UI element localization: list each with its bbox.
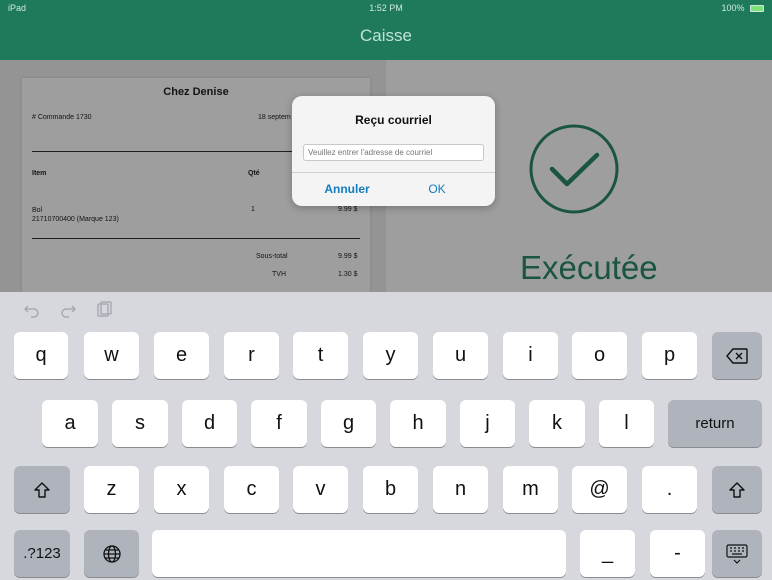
key-e[interactable]: e: [154, 332, 209, 379]
key-a[interactable]: a: [42, 400, 98, 447]
key-w[interactable]: w: [84, 332, 139, 379]
shift-key-left[interactable]: [14, 466, 70, 513]
email-field[interactable]: [303, 144, 484, 161]
key-hyphen[interactable]: -: [650, 530, 705, 577]
key-b[interactable]: b: [363, 466, 418, 513]
battery-indicator: 100%: [721, 3, 764, 13]
status-bar: iPad 1:52 PM 100%: [0, 0, 772, 16]
key-s[interactable]: s: [112, 400, 168, 447]
ok-button[interactable]: OK: [392, 176, 482, 202]
key-y[interactable]: y: [363, 332, 418, 379]
numbers-key[interactable]: .?123: [14, 530, 70, 577]
return-key[interactable]: return: [668, 400, 762, 447]
key-h[interactable]: h: [390, 400, 446, 447]
paste-icon[interactable]: [94, 300, 114, 320]
numbers-key-label: .?123: [23, 545, 61, 562]
shift-key-right[interactable]: [712, 466, 762, 513]
globe-key[interactable]: [84, 530, 139, 577]
key-j[interactable]: j: [460, 400, 515, 447]
keyboard-dismiss-icon: [726, 543, 748, 564]
space-bar[interactable]: [152, 530, 566, 577]
dialog-title: Reçu courriel: [355, 113, 432, 127]
return-key-label: return: [695, 415, 735, 432]
key-underscore[interactable]: _: [580, 530, 635, 577]
redo-icon[interactable]: [58, 300, 78, 320]
key-q[interactable]: q: [14, 332, 68, 379]
key-x[interactable]: x: [154, 466, 209, 513]
navigation-bar: Caisse: [0, 16, 772, 60]
shift-icon: [729, 481, 745, 498]
key-t[interactable]: t: [293, 332, 348, 379]
key-z[interactable]: z: [84, 466, 139, 513]
globe-icon: [102, 544, 121, 563]
key-g[interactable]: g: [321, 400, 376, 447]
backspace-icon: [726, 347, 748, 364]
email-receipt-dialog: Reçu courriel Annuler OK: [292, 96, 495, 206]
cancel-button[interactable]: Annuler: [302, 176, 392, 202]
key-i[interactable]: i: [503, 332, 558, 379]
key-at[interactable]: @: [572, 466, 627, 513]
clock: 1:52 PM: [369, 3, 403, 13]
delete-key[interactable]: [712, 332, 762, 379]
key-d[interactable]: d: [182, 400, 237, 447]
key-k[interactable]: k: [529, 400, 585, 447]
dismiss-keyboard-key[interactable]: [712, 530, 762, 577]
key-r[interactable]: r: [224, 332, 279, 379]
app-screen: iPad 1:52 PM 100% Caisse Chez Denise # C…: [0, 0, 772, 580]
battery-icon: [750, 5, 764, 12]
undo-icon[interactable]: [22, 300, 42, 320]
key-u[interactable]: u: [433, 332, 488, 379]
key-m[interactable]: m: [503, 466, 558, 513]
key-o[interactable]: o: [572, 332, 627, 379]
key-c[interactable]: c: [224, 466, 279, 513]
key-f[interactable]: f: [251, 400, 307, 447]
key-n[interactable]: n: [433, 466, 488, 513]
key-p[interactable]: p: [642, 332, 697, 379]
key-period[interactable]: .: [642, 466, 697, 513]
shift-icon: [34, 481, 50, 498]
dialog-divider: [292, 172, 495, 173]
onscreen-keyboard: q w e r t y u i o p a s d f g h j k l re…: [0, 292, 772, 580]
battery-percent: 100%: [721, 3, 745, 13]
key-l[interactable]: l: [599, 400, 654, 447]
key-v[interactable]: v: [293, 466, 348, 513]
page-title: Caisse: [360, 26, 412, 45]
